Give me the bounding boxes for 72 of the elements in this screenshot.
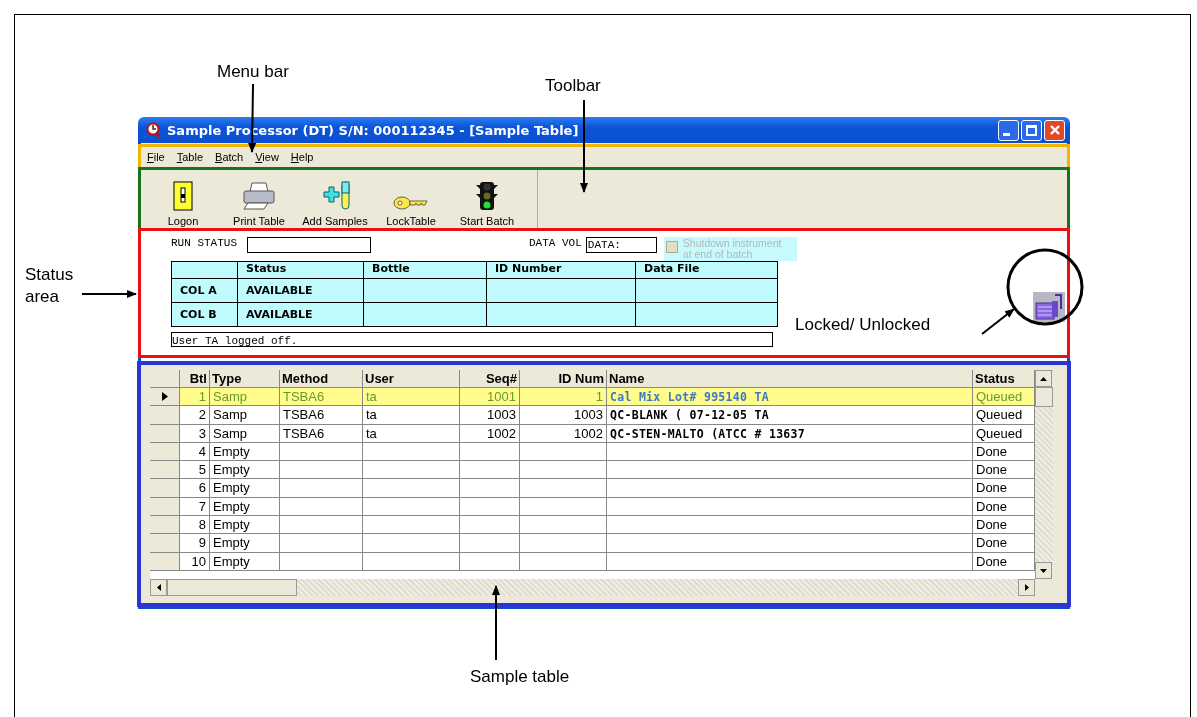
column-header[interactable]: Status [973,370,1035,388]
menu-item[interactable]: Table [176,151,204,163]
message-field: User TA logged off. [171,332,773,347]
id-cell: 1003 [520,406,607,425]
key-tool-button[interactable]: LockTable [373,172,449,228]
menu-item[interactable]: File [147,151,165,163]
method-cell: TSBA6 [280,424,363,443]
menu-item[interactable]: Batch [215,151,244,163]
bottle-cell: 2 [180,406,210,425]
type-cell: Empty [210,442,280,462]
sequence-cell: 1001 [460,388,520,407]
column-name-cell: COL A [172,279,238,303]
column-header[interactable]: Seq# [460,370,520,388]
column-header[interactable]: Type [210,370,280,388]
user-cell: ta [363,406,460,425]
sequence-cell: 1003 [460,406,520,425]
column-header[interactable]: Method [280,370,363,388]
type-cell: Empty [210,534,280,553]
run-status-label: RUN STATUS [171,237,237,249]
callout-label: Locked/ Unlocked [795,315,931,335]
bottle-cell: 9 [180,534,210,553]
type-cell: Empty [210,497,280,517]
bottle-cell: 8 [180,516,210,535]
method-cell: TSBA6 [280,388,363,407]
name-cell: QC-BLANK ( 07-12-05 TA [607,406,973,425]
bottle-cell: 5 [180,461,210,480]
light-tool-button[interactable]: Start Batch [449,172,525,228]
menu-item[interactable]: Help [290,151,314,163]
bottle-cell: 1 [180,388,210,407]
menu-item[interactable]: View [255,151,279,163]
add-tool-button[interactable]: Add Samples [297,172,373,228]
bottle-cell: 10 [180,552,210,571]
name-cell: Cal Mix Lot# 995140 TA [607,388,973,407]
status-cell: Queued [973,388,1035,407]
callout-label: Menu bar [217,62,289,82]
user-cell: ta [363,388,460,407]
callout-label: Status area [25,264,75,308]
column-header[interactable]: Btl [180,370,210,388]
user-cell: ta [363,424,460,443]
column-header[interactable]: ID Num [520,370,607,388]
name-cell: QC-STEN-MALTO (ATCC # 13637 [607,424,973,443]
type-cell: Samp [210,424,280,443]
sequence-cell: 1002 [460,424,520,443]
printer-tool-button[interactable]: Print Table [221,172,297,228]
type-cell: Empty [210,461,280,480]
id-cell: 1002 [520,424,607,443]
status-cell: AVAILABLE [238,279,364,303]
data-vol-label: DATA VOL [529,237,582,249]
type-cell: Samp [210,406,280,425]
bottle-cell: 4 [180,442,210,462]
column-header: ID Number [487,262,636,279]
type-cell: Empty [210,479,280,498]
callout-label: Sample table [470,667,570,687]
method-cell: TSBA6 [280,406,363,425]
type-cell: Empty [210,516,280,535]
column-header[interactable]: User [363,370,460,388]
id-cell: 1 [520,388,607,407]
bottle-cell: 3 [180,424,210,443]
type-cell: Samp [210,388,280,407]
callout-label: Toolbar [545,76,601,96]
type-cell: Empty [210,552,280,571]
shutdown-label: Shutdown instrument at end of batch [682,238,783,260]
switch-tool-button[interactable]: Logon [145,172,221,228]
bottle-cell: 6 [180,479,210,498]
status-cell: AVAILABLE [238,303,364,327]
column-header: Status [238,262,364,279]
column-header: Bottle [364,262,487,279]
bottle-cell: 7 [180,497,210,517]
column-header[interactable]: Name [607,370,973,388]
column-header: Data File [636,262,777,279]
data-vol-field[interactable]: DATA: [585,237,657,253]
column-name-cell: COL B [172,303,238,327]
